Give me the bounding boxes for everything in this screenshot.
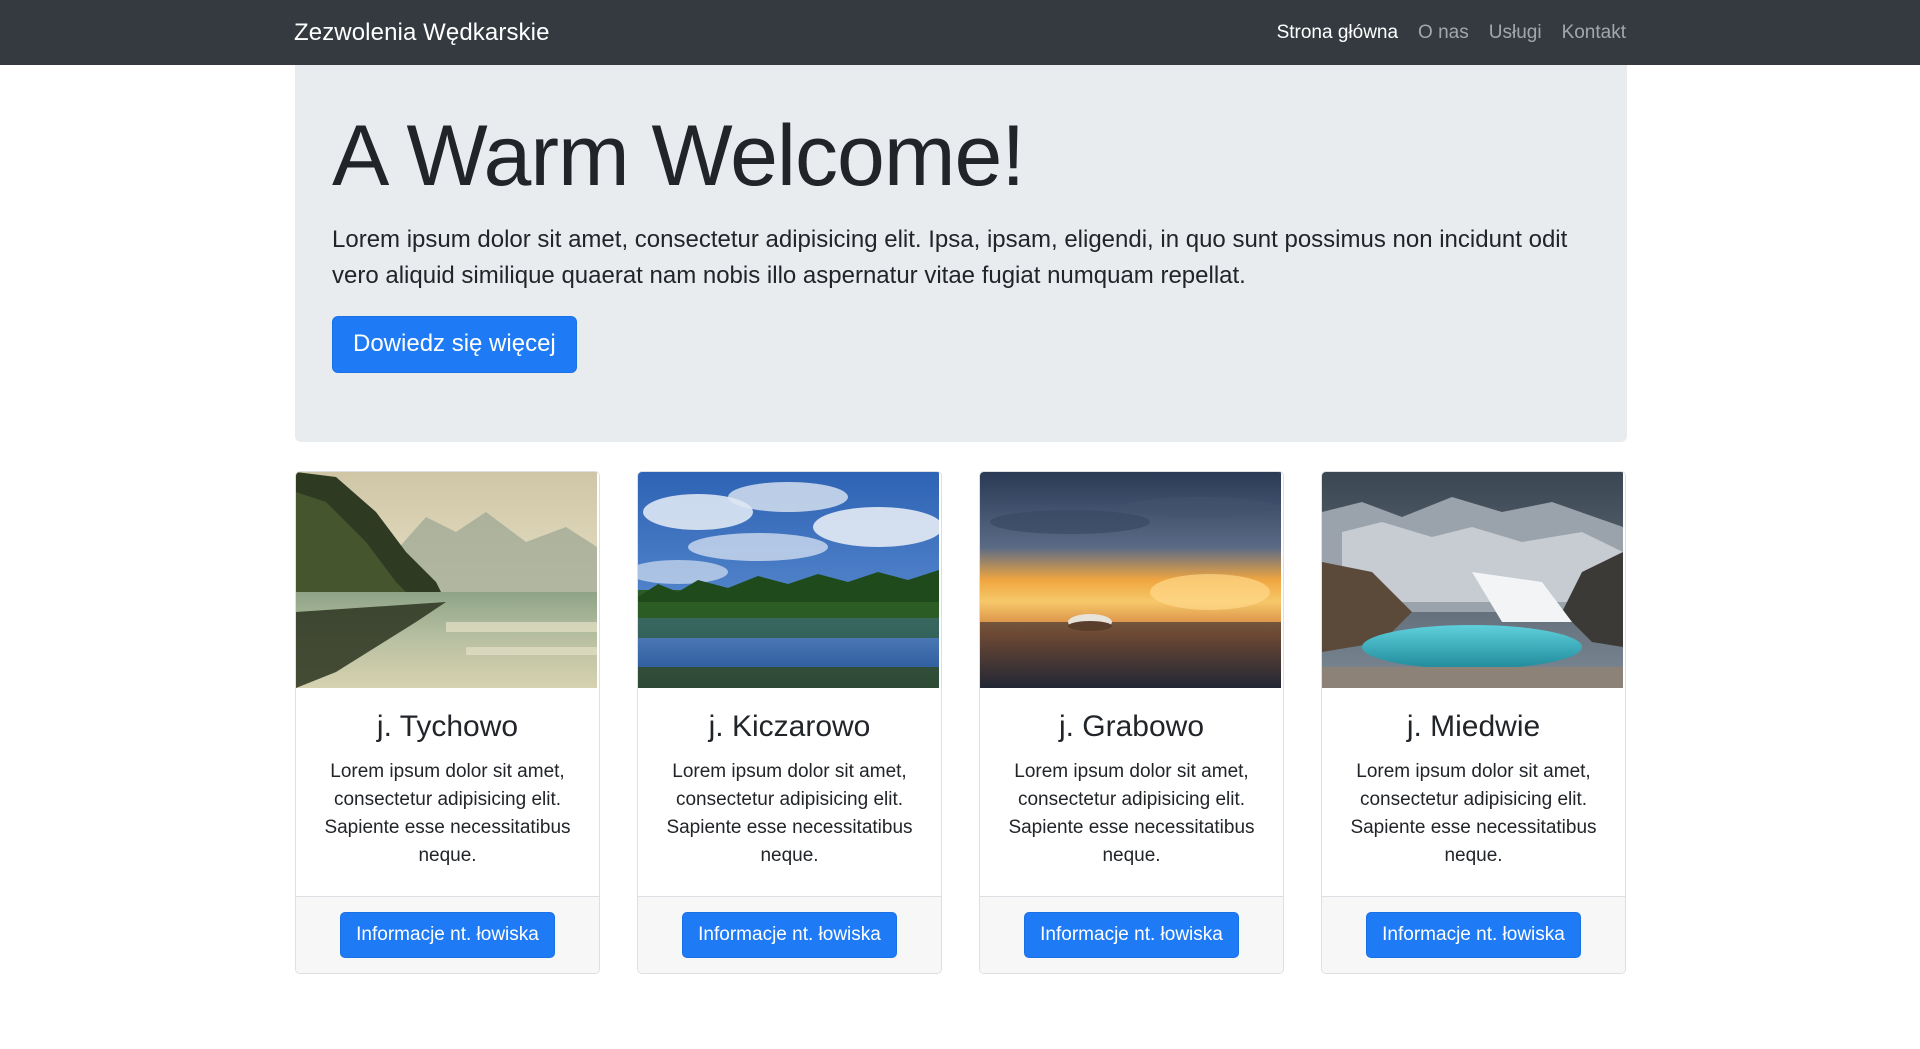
- card-title: j. Kiczarowo: [708, 710, 871, 743]
- lake-image-miedwie: [1322, 472, 1623, 688]
- lake-image-grabowo: [980, 472, 1281, 688]
- lake-card-kiczarowo: j. Kiczarowo Lorem ipsum dolor sit amet,…: [637, 471, 942, 974]
- card-text: Lorem ipsum dolor sit amet, consectetur …: [324, 761, 571, 866]
- nav-links: Strona główna O nas Usługi Kontakt: [1267, 22, 1626, 44]
- navbar: Zezwolenia Wędkarskie Strona główna O na…: [0, 0, 1920, 65]
- nav-link-home[interactable]: Strona główna: [1267, 22, 1408, 44]
- card-text: Lorem ipsum dolor sit amet, consectetur …: [1350, 761, 1597, 866]
- navbar-container: Zezwolenia Wędkarskie Strona główna O na…: [294, 0, 1626, 65]
- nav-link-services[interactable]: Usługi: [1479, 22, 1552, 44]
- card-title: j. Tychowo: [376, 710, 519, 743]
- nav-link-contact[interactable]: Kontakt: [1552, 22, 1626, 44]
- card-body: j. Miedwie Lorem ipsum dolor sit amet, c…: [1322, 688, 1625, 870]
- fishery-info-button[interactable]: Informacje nt. łowiska: [1024, 911, 1239, 959]
- brand-link[interactable]: Zezwolenia Wędkarskie: [294, 19, 550, 47]
- nav-link-about[interactable]: O nas: [1408, 22, 1479, 44]
- card-footer: Informacje nt. łowiska: [1322, 896, 1625, 973]
- card-text: Lorem ipsum dolor sit amet, consectetur …: [1008, 761, 1255, 866]
- card-title: j. Miedwie: [1406, 710, 1541, 743]
- card-text: Lorem ipsum dolor sit amet, consectetur …: [666, 761, 913, 866]
- hero-lead-text: Lorem ipsum dolor sit amet, consectetur …: [332, 226, 1568, 290]
- fishery-info-button[interactable]: Informacje nt. łowiska: [682, 911, 897, 959]
- lake-card-tychowo: j. Tychowo Lorem ipsum dolor sit amet, c…: [295, 471, 600, 974]
- learn-more-button[interactable]: Dowiedz się więcej: [332, 316, 577, 373]
- card-footer: Informacje nt. łowiska: [980, 896, 1283, 973]
- lake-card-miedwie: j. Miedwie Lorem ipsum dolor sit amet, c…: [1321, 471, 1626, 974]
- lake-image-kiczarowo: [638, 472, 939, 688]
- fishery-info-button[interactable]: Informacje nt. łowiska: [1366, 911, 1581, 959]
- card-footer: Informacje nt. łowiska: [638, 896, 941, 973]
- card-footer: Informacje nt. łowiska: [296, 896, 599, 973]
- card-body: j. Grabowo Lorem ipsum dolor sit amet, c…: [980, 688, 1283, 870]
- hero-title: A Warm Welcome!: [332, 108, 1025, 204]
- lake-card-grabowo: j. Grabowo Lorem ipsum dolor sit amet, c…: [979, 471, 1284, 974]
- hero-jumbotron: A Warm Welcome! Lorem ipsum dolor sit am…: [295, 65, 1627, 442]
- card-body: j. Tychowo Lorem ipsum dolor sit amet, c…: [296, 688, 599, 870]
- lake-image-tychowo: [296, 472, 597, 688]
- lake-cards: j. Tychowo Lorem ipsum dolor sit amet, c…: [295, 471, 1627, 974]
- card-body: j. Kiczarowo Lorem ipsum dolor sit amet,…: [638, 688, 941, 870]
- fishery-info-button[interactable]: Informacje nt. łowiska: [340, 911, 555, 959]
- card-title: j. Grabowo: [1058, 710, 1205, 743]
